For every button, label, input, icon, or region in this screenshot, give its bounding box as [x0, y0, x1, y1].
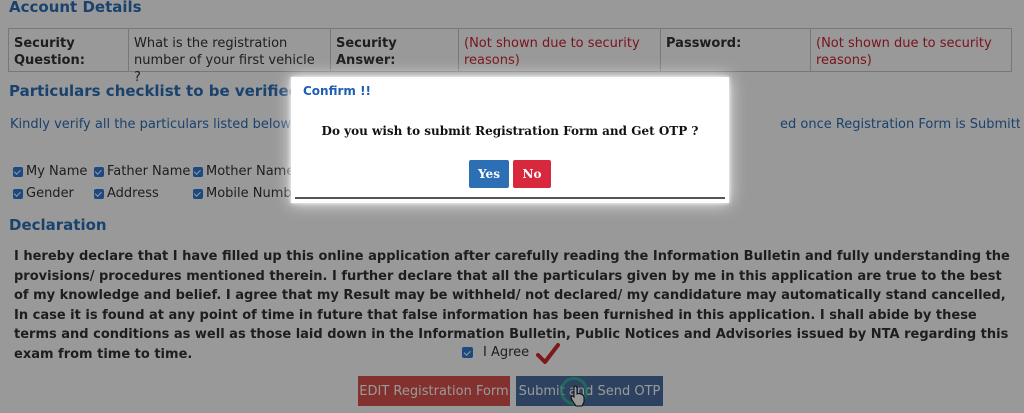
dialog-divider: [295, 197, 725, 199]
confirm-dialog: Confirm !! Do you wish to submit Registr…: [291, 77, 729, 203]
dialog-title: Confirm !!: [303, 84, 372, 98]
registration-page: Account Details Security Question: What …: [0, 0, 1024, 413]
dialog-message: Do you wish to submit Registration Form …: [321, 124, 699, 138]
modal-backdrop[interactable]: [0, 0, 1024, 413]
yes-button[interactable]: Yes: [469, 160, 509, 188]
no-button[interactable]: No: [513, 160, 551, 188]
